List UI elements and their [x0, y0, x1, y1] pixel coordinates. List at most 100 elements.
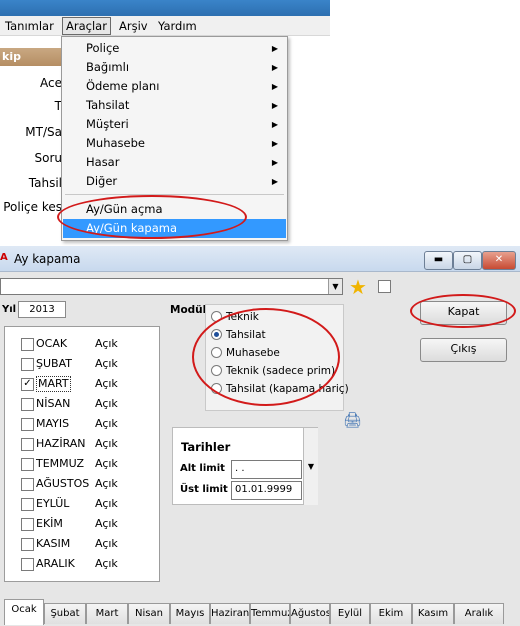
month-name: AĞUSTOS	[36, 477, 90, 490]
annotation-ellipse	[192, 308, 340, 406]
month-checkbox[interactable]	[21, 478, 34, 491]
tarihler-panel: Tarihler Alt limit . . Üst limit 01.01.9…	[172, 427, 318, 505]
month-row[interactable]: NİSAN Açık	[21, 395, 159, 413]
star-icon[interactable]: ★	[349, 276, 373, 298]
month-checkbox[interactable]	[21, 358, 34, 371]
tab-kasim[interactable]: Kasım	[412, 603, 454, 624]
tab-ocak[interactable]: Ocak	[4, 599, 44, 625]
annotation-ellipse	[57, 195, 247, 239]
tarihler-dropdown-button[interactable]: ▼	[303, 428, 318, 505]
month-row[interactable]: TEMMUZ Açık	[21, 455, 159, 473]
maximize-button[interactable]: ▢	[453, 251, 482, 270]
month-checkbox[interactable]	[21, 438, 34, 451]
tab-mart[interactable]: Mart	[86, 603, 128, 624]
menu-item-police[interactable]: Poliçe ▶	[63, 39, 286, 58]
month-checkbox[interactable]	[21, 458, 34, 471]
ay-kapama-window: A Ay kapama ▬ ▢ ✕ ▼ ★ Yıl 2013 OCAK Açık …	[0, 246, 520, 626]
window-title: Ay kapama	[14, 252, 81, 266]
month-status: Açık	[95, 397, 118, 410]
month-name: EYLÜL	[36, 497, 70, 510]
bg-label: Ace	[40, 76, 62, 90]
month-row[interactable]: EYLÜL Açık	[21, 495, 159, 513]
close-button[interactable]: ✕	[482, 251, 516, 270]
submenu-arrow-icon: ▶	[271, 177, 278, 186]
month-row[interactable]: HAZİRAN Açık	[21, 435, 159, 453]
top-checkbox[interactable]	[378, 280, 391, 293]
selection-combobox[interactable]: ▼	[0, 278, 343, 295]
month-checkbox[interactable]	[21, 518, 34, 531]
annotation-ellipse	[410, 294, 516, 328]
tab-nisan[interactable]: Nisan	[128, 603, 170, 624]
menu-item-hasar[interactable]: Hasar ▶	[63, 153, 286, 172]
menu-item-musteri[interactable]: Müşteri ▶	[63, 115, 286, 134]
tab-eylul[interactable]: Eylül	[330, 603, 370, 624]
ust-limit-label: Üst limit	[180, 484, 228, 495]
month-row[interactable]: EKİM Açık	[21, 515, 159, 533]
menu-araclar[interactable]: Araçlar	[62, 17, 111, 35]
month-status: Açık	[95, 457, 118, 470]
month-row[interactable]: ARALIK Açık	[21, 555, 159, 573]
month-status: Açık	[95, 437, 118, 450]
tab-haziran[interactable]: Haziran	[210, 603, 250, 624]
tab-temmuz[interactable]: Temmuz	[250, 603, 290, 624]
month-row[interactable]: AĞUSTOS Açık	[21, 475, 159, 493]
menu-item-label: Diğer	[86, 174, 118, 188]
month-name: NİSAN	[36, 397, 71, 410]
month-checkbox[interactable]	[21, 398, 34, 411]
month-checkbox[interactable]	[21, 418, 34, 431]
month-row[interactable]: KASIM Açık	[21, 535, 159, 553]
app-icon: A	[0, 252, 8, 263]
month-row[interactable]: ŞUBAT Açık	[21, 355, 159, 373]
printer-icon[interactable]: 🖨	[343, 410, 363, 430]
month-checkbox[interactable]	[21, 338, 34, 351]
menu-bar: Tanımlar Araçlar Arşiv Yardım	[0, 16, 330, 36]
month-row[interactable]: MAYIS Açık	[21, 415, 159, 433]
month-checkbox[interactable]	[21, 498, 34, 511]
cikis-button[interactable]: Çıkış	[420, 338, 507, 362]
month-name: ŞUBAT	[36, 357, 72, 370]
combo-dropdown-button[interactable]: ▼	[328, 279, 342, 294]
menu-item-diger[interactable]: Diğer ▶	[63, 172, 286, 191]
month-row[interactable]: ✓ MART Açık	[21, 375, 159, 393]
menu-item-label: Tahsilat	[86, 98, 130, 112]
menu-tanimlar[interactable]: Tanımlar	[2, 18, 57, 34]
month-status: Açık	[95, 417, 118, 430]
tab-aralik[interactable]: Aralık	[454, 603, 504, 624]
month-name: MAYIS	[36, 417, 70, 430]
menu-item-label: Ödeme planı	[86, 79, 160, 93]
year-input[interactable]: 2013	[18, 301, 66, 318]
minimize-button[interactable]: ▬	[424, 251, 453, 270]
menu-item-tahsilat[interactable]: Tahsilat ▶	[63, 96, 286, 115]
submenu-arrow-icon: ▶	[271, 101, 278, 110]
tab-subat[interactable]: Şubat	[44, 603, 86, 624]
month-row[interactable]: OCAK Açık	[21, 335, 159, 353]
alt-limit-input[interactable]: . .	[231, 460, 302, 479]
tab-mayis[interactable]: Mayıs	[170, 603, 210, 624]
modul-label: Modül	[170, 304, 207, 316]
menu-item-label: Müşteri	[86, 117, 129, 131]
month-name: ARALIK	[36, 557, 75, 570]
tab-ekim[interactable]: Ekim	[370, 603, 412, 624]
month-tabs: Ocak Şubat Mart Nisan Mayıs Haziran Temm…	[0, 599, 520, 626]
month-checkbox[interactable]	[21, 538, 34, 551]
submenu-arrow-icon: ▶	[271, 139, 278, 148]
tab-agustos[interactable]: Ağustos	[290, 603, 330, 624]
menu-item-bagimli[interactable]: Bağımlı ▶	[63, 58, 286, 77]
month-checkbox[interactable]	[21, 558, 34, 571]
months-list: OCAK Açık ŞUBAT Açık ✓ MART Açık NİSAN Açık M…	[4, 326, 160, 582]
submenu-arrow-icon: ▶	[271, 158, 278, 167]
menu-arsiv[interactable]: Arşiv	[116, 18, 151, 34]
month-name: HAZİRAN	[36, 437, 86, 450]
menu-yardim[interactable]: Yardım	[155, 18, 200, 34]
month-checkbox[interactable]: ✓	[21, 378, 34, 391]
menu-item-muhasebe[interactable]: Muhasebe ▶	[63, 134, 286, 153]
menu-item-odeme-plani[interactable]: Ödeme planı ▶	[63, 77, 286, 96]
menu-item-label: Hasar	[86, 155, 120, 169]
month-status: Açık	[95, 357, 118, 370]
month-name: OCAK	[36, 337, 68, 350]
month-name: EKİM	[36, 517, 63, 530]
month-status: Açık	[95, 477, 118, 490]
close-icon: ✕	[494, 254, 504, 265]
menu-item-label: Poliçe	[86, 41, 120, 55]
ust-limit-input[interactable]: 01.01.9999	[231, 481, 302, 500]
